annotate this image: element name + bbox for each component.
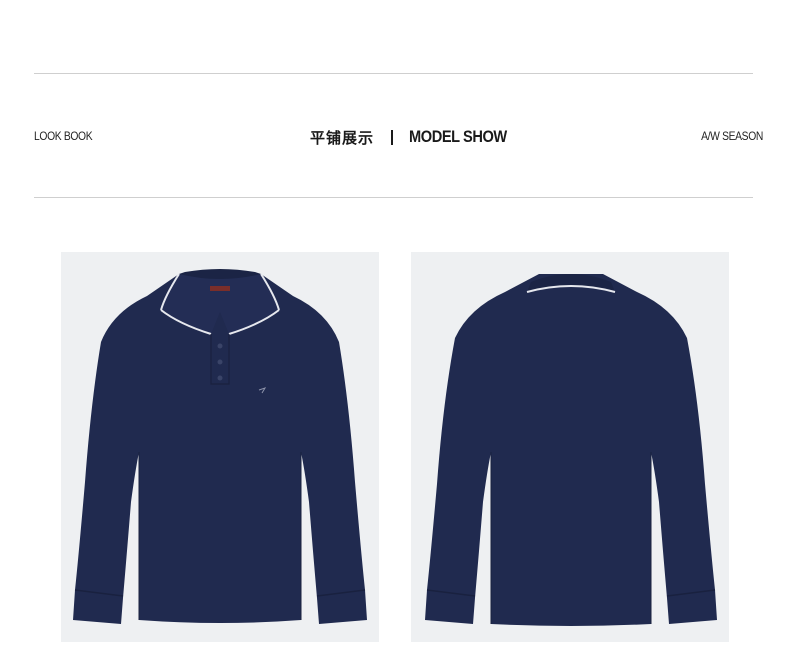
section-title-en: MODEL SHOW bbox=[409, 127, 507, 146]
product-photo-front bbox=[61, 252, 379, 642]
section-title-cn: 平铺展示 bbox=[310, 128, 375, 147]
polo-shirt-front-image bbox=[61, 252, 379, 642]
section-header: LOOK BOOK 平铺展示 MODEL SHOW A/W SEASON bbox=[34, 124, 763, 150]
title-separator bbox=[391, 129, 394, 145]
season-label: A/W SEASON bbox=[701, 129, 763, 143]
section-title: 平铺展示 MODEL SHOW bbox=[310, 124, 523, 150]
product-photo-back bbox=[411, 252, 729, 642]
bottom-divider-line bbox=[34, 197, 753, 198]
polo-shirt-back-image bbox=[411, 252, 729, 642]
top-divider-line bbox=[34, 73, 753, 74]
look-book-label: LOOK BOOK bbox=[34, 129, 93, 143]
